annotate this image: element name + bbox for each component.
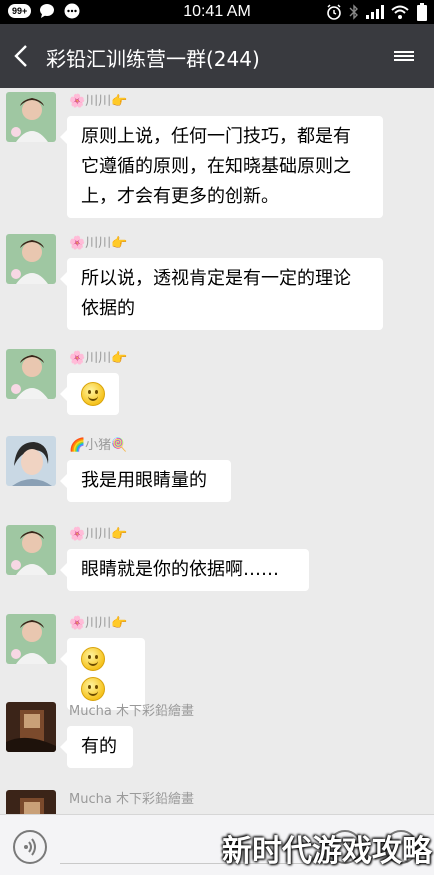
status-right [326, 3, 428, 21]
bluetooth-icon [349, 4, 358, 20]
message-line: 原则上说，任何一门技巧，都是有 [81, 126, 351, 147]
sender-name: 🌸川川👉 [69, 236, 128, 251]
avatar[interactable] [6, 525, 56, 575]
smiley-icon [81, 382, 105, 406]
message-line: 所以说，透视肯定是有一定的理论 [81, 268, 351, 289]
avatar[interactable] [6, 790, 56, 814]
avatar[interactable] [6, 234, 56, 284]
chat-area[interactable]: 🌸川川👉 原则上说，任何一门技巧，都是有 它遵循的原则，在知晓基础原则之 上，才… [0, 88, 434, 814]
message-line: 眼睛就是你的依据啊…… [81, 559, 279, 580]
sender-name: Mucha 木下彩鉛繪畫 [69, 704, 194, 719]
voice-icon[interactable] [13, 830, 47, 864]
message-line: 依据的 [81, 298, 135, 319]
message-line: 有的 [81, 736, 117, 757]
emoji-icon[interactable] [328, 830, 362, 864]
message-bubble[interactable]: 所以说，透视肯定是有一定的理论 依据的 [60, 258, 383, 330]
sender-name: 🌸川川👉 [69, 616, 128, 631]
message-bubble[interactable]: 眼睛就是你的依据啊…… [60, 549, 309, 591]
message-line: 我是用眼睛量的 [81, 470, 207, 491]
page-title: 彩铅汇训练营一群(244) [46, 47, 260, 71]
message-bubble[interactable]: 原则上说，任何一门技巧，都是有 它遵循的原则，在知晓基础原则之 上，才会有更多的… [60, 116, 383, 218]
sender-name: 🌸川川👉 [69, 351, 128, 366]
smiley-icon [81, 647, 105, 671]
plus-icon[interactable] [384, 830, 418, 864]
sender-name: Mucha 木下彩鉛繪畫 [69, 792, 194, 807]
message-line: 上，才会有更多的创新。 [81, 186, 279, 207]
avatar[interactable] [6, 92, 56, 142]
avatar[interactable] [6, 349, 56, 399]
alarm-icon [327, 4, 341, 20]
more-options-icon[interactable] [394, 51, 414, 61]
message-line: 它遵循的原则，在知晓基础原则之 [81, 156, 351, 177]
sender-name: 🌈小猪🍭 [69, 438, 128, 453]
message-input[interactable] [60, 831, 310, 864]
smiley-icon [81, 677, 105, 701]
avatar[interactable] [6, 702, 56, 752]
avatar[interactable] [6, 614, 56, 664]
input-bar [0, 814, 434, 875]
wifi-icon [391, 5, 409, 19]
sender-name: 🌸川川👉 [69, 94, 128, 109]
sender-name: 🌸川川👉 [69, 527, 128, 542]
status-bar: 99+ 10:41 AM [0, 0, 434, 24]
message-bubble[interactable]: 我是用眼睛量的 [60, 460, 231, 502]
avatar[interactable] [6, 436, 56, 486]
signal-icon [366, 5, 384, 19]
nav-bar: 彩铅汇训练营一群(244) [0, 24, 434, 88]
chevron-left-icon[interactable] [12, 44, 30, 68]
message-bubble[interactable] [60, 373, 119, 415]
message-bubble[interactable]: 有的 [60, 726, 133, 768]
battery-icon [417, 3, 427, 21]
